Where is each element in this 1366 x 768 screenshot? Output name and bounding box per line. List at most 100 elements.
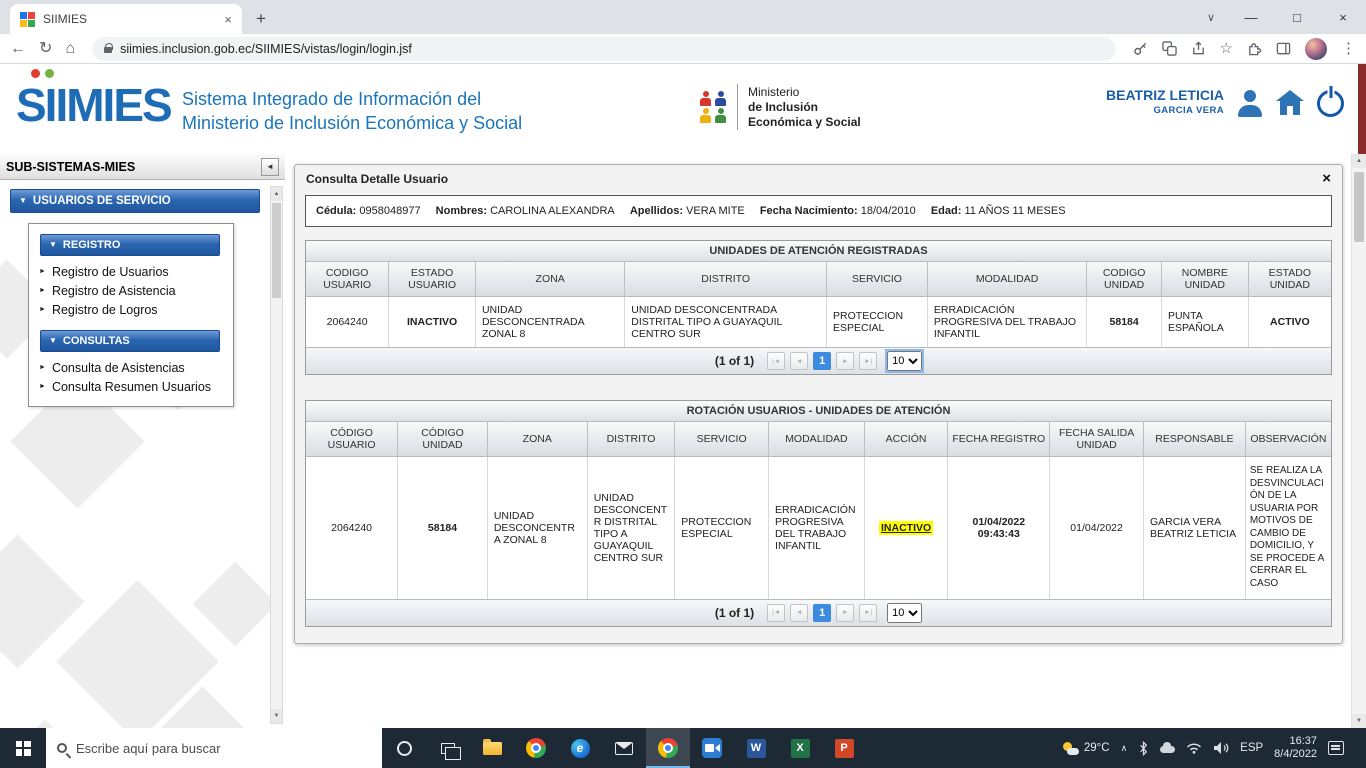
user-profile-icon[interactable] xyxy=(1237,90,1263,117)
browser-tab-bar: SIIMIES × + ∨ — □ × xyxy=(0,0,1366,34)
column-header: SERVICIO xyxy=(675,422,769,457)
table1-header-row: CODIGO USUARIO ESTADO USUARIO ZONA DISTR… xyxy=(306,262,1331,297)
cell-codigo-unidad: 58184 xyxy=(398,457,488,599)
extensions-puzzle-icon[interactable] xyxy=(1247,41,1262,56)
paginator-first-icon[interactable]: |◄ xyxy=(767,604,785,622)
header-right-stripe xyxy=(1358,64,1366,154)
paginator-last-icon[interactable]: ►| xyxy=(859,352,877,370)
table2-title: ROTACIÓN USUARIOS - UNIDADES DE ATENCIÓN xyxy=(306,401,1331,422)
taskbar-search[interactable]: Escribe aquí para buscar xyxy=(46,728,382,768)
bluetooth-icon[interactable] xyxy=(1138,741,1149,756)
accion-inactivo-badge[interactable]: INACTIVO xyxy=(879,521,933,535)
share-icon[interactable] xyxy=(1191,41,1206,56)
sidebar-item-registro-asistencia[interactable]: ► Registro de Asistencia xyxy=(29,281,233,300)
table1: CODIGO USUARIO ESTADO USUARIO ZONA DISTR… xyxy=(306,262,1331,347)
cell-estado-unidad: ACTIVO xyxy=(1248,297,1331,348)
logout-power-icon[interactable] xyxy=(1317,90,1344,117)
sidebar-item-consulta-resumen[interactable]: ► Consulta Resumen Usuarios xyxy=(29,377,233,396)
chrome-button[interactable] xyxy=(514,728,558,768)
cell-modalidad: ERRADICACIÓN PROGRESIVA DEL TRABAJO INFA… xyxy=(769,457,865,599)
wifi-icon[interactable] xyxy=(1186,742,1202,754)
action-center-icon[interactable] xyxy=(1328,741,1344,755)
toolbar-actions: ☆ ⋮ xyxy=(1133,38,1356,60)
excel-icon: X xyxy=(791,739,810,758)
scroll-down-icon[interactable]: ▼ xyxy=(271,709,282,723)
word-button[interactable]: W xyxy=(734,728,778,768)
cortana-button[interactable] xyxy=(382,728,426,768)
scrollbar-thumb[interactable] xyxy=(272,203,281,298)
camera-icon xyxy=(702,738,722,758)
mail-button[interactable] xyxy=(602,728,646,768)
new-tab-button[interactable]: + xyxy=(248,6,274,32)
tray-chevron-icon[interactable]: ∧ xyxy=(1121,743,1128,754)
home-icon[interactable]: ⌂ xyxy=(65,41,75,57)
side-panel-icon[interactable] xyxy=(1276,41,1291,56)
file-explorer-button[interactable] xyxy=(470,728,514,768)
address-bar[interactable]: siimies.inclusion.gob.ec/SIIMIES/vistas/… xyxy=(92,37,1115,61)
sidebar-collapse-icon[interactable]: ◄ xyxy=(261,158,279,176)
main-scrollbar[interactable]: ▲ ▼ xyxy=(1351,154,1366,728)
panel-close-icon[interactable]: × xyxy=(1322,171,1331,186)
scroll-down-icon[interactable]: ▼ xyxy=(1352,714,1366,728)
sidebar-item-consulta-asistencias[interactable]: ► Consulta de Asistencias xyxy=(29,358,233,377)
paginator-last-icon[interactable]: ►| xyxy=(859,604,877,622)
task-view-button[interactable] xyxy=(426,728,470,768)
tab-close-icon[interactable]: × xyxy=(224,12,232,27)
browser-tab[interactable]: SIIMIES × xyxy=(10,4,242,34)
menu-item-label: Registro de Usuarios xyxy=(52,265,169,279)
language-indicator[interactable]: ESP xyxy=(1240,742,1263,754)
app-title-line1: Sistema Integrado de Información del xyxy=(182,87,522,111)
paginator-first-icon[interactable]: |◄ xyxy=(767,352,785,370)
url-text: siimies.inclusion.gob.ec/SIIMIES/vistas/… xyxy=(120,42,412,56)
weather-widget[interactable]: 29°C xyxy=(1062,742,1110,755)
profile-avatar[interactable] xyxy=(1305,38,1327,60)
chrome-active-button[interactable] xyxy=(646,728,690,768)
paginator-next-icon[interactable]: ► xyxy=(836,604,854,622)
paginator-page-1[interactable]: 1 xyxy=(813,604,831,622)
scrollbar-thumb[interactable] xyxy=(1354,172,1364,242)
rows-per-page-select[interactable]: 10 xyxy=(887,351,922,371)
powerpoint-button[interactable]: P xyxy=(822,728,866,768)
sidebar-scrollbar[interactable]: ▲ ▼ xyxy=(270,186,283,724)
chrome-icon xyxy=(526,738,546,758)
reload-icon[interactable]: ↻ xyxy=(39,41,52,57)
excel-button[interactable]: X xyxy=(778,728,822,768)
taskbar-clock[interactable]: 16:37 8/4/2022 xyxy=(1274,735,1317,761)
paginator-page-1[interactable]: 1 xyxy=(813,352,831,370)
scroll-up-icon[interactable]: ▲ xyxy=(1352,154,1366,168)
onedrive-icon[interactable] xyxy=(1160,746,1175,753)
paginator-prev-icon[interactable]: ◄ xyxy=(790,604,808,622)
column-header: ZONA xyxy=(475,262,624,297)
paginator-next-icon[interactable]: ► xyxy=(836,352,854,370)
tab-search-icon[interactable]: ∨ xyxy=(1194,0,1228,34)
cell-nombre-unidad: PUNTA ESPAÑOLA xyxy=(1161,297,1248,348)
ministry-line3: Económica y Social xyxy=(748,115,861,130)
camera-app-button[interactable] xyxy=(690,728,734,768)
bookmark-star-icon[interactable]: ☆ xyxy=(1220,41,1233,56)
menu-usuarios-de-servicio[interactable]: ▼ USUARIOS DE SERVICIO xyxy=(10,189,260,213)
sidebar-item-registro-usuarios[interactable]: ► Registro de Usuarios xyxy=(29,262,233,281)
cedula-label: Cédula: xyxy=(316,205,356,217)
home-nav-icon[interactable] xyxy=(1276,90,1304,116)
rotacion-usuarios-table: ROTACIÓN USUARIOS - UNIDADES DE ATENCIÓN… xyxy=(305,400,1332,627)
edge-button[interactable]: e xyxy=(558,728,602,768)
volume-icon[interactable] xyxy=(1213,741,1229,755)
start-button[interactable] xyxy=(0,728,46,768)
arrow-right-icon: ► xyxy=(39,268,46,275)
powerpoint-icon: P xyxy=(835,739,854,758)
key-icon[interactable] xyxy=(1133,41,1148,56)
paginator-prev-icon[interactable]: ◄ xyxy=(790,352,808,370)
back-icon[interactable]: ← xyxy=(10,41,26,57)
maximize-button[interactable]: □ xyxy=(1274,0,1320,34)
close-button[interactable]: × xyxy=(1320,0,1366,34)
sidebar-title: SUB-SISTEMAS-MIES xyxy=(6,160,261,174)
browser-menu-icon[interactable]: ⋮ xyxy=(1341,41,1356,56)
menu-section-registro[interactable]: ▼ REGISTRO xyxy=(40,234,220,256)
rows-per-page-select[interactable]: 10 xyxy=(887,603,922,623)
minimize-button[interactable]: — xyxy=(1228,0,1274,34)
apellidos-label: Apellidos: xyxy=(630,205,683,217)
scroll-up-icon[interactable]: ▲ xyxy=(271,187,282,201)
translate-icon[interactable] xyxy=(1162,41,1177,56)
menu-section-consultas[interactable]: ▼ CONSULTAS xyxy=(40,330,220,352)
sidebar-item-registro-logros[interactable]: ► Registro de Logros xyxy=(29,300,233,319)
